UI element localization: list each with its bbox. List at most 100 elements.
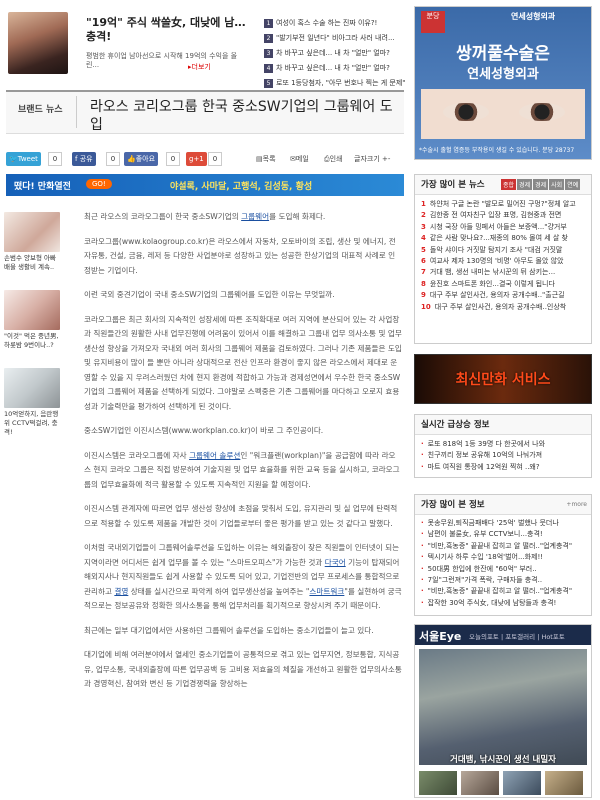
list-item[interactable]: · 7일"그런져"가격 폭락, 구매자들 충격.. <box>415 575 591 586</box>
item-text[interactable]: 못송무원,퇴직금패배다 '25억' 벌했나 뭇더나 <box>428 519 559 527</box>
item-text[interactable]: 잡작한 30억 주식女, 대낮에 남탕들과 충격! <box>428 599 557 607</box>
list-item[interactable]: · 텍시기사 하루 수입 '18억'벌어...화제!! <box>415 552 591 563</box>
keyword-link[interactable]: 다국어 <box>325 558 346 567</box>
keyword-link[interactable]: 그룹웨어 솔루션 <box>189 451 240 460</box>
list-item[interactable]: 2 김한종 전 여자친구 입장 표명, 김현중과 전면 <box>415 210 591 221</box>
list-item[interactable]: 7 거대 뱀, 생선 내미는 낚시꾼의 뒤 삼키는... <box>415 267 591 278</box>
top-ad-item[interactable]: 2 "발기부전 일년다" 비아그라 사러 내려... <box>264 31 414 46</box>
keyword-link[interactable]: 스마트워크 <box>309 587 344 596</box>
list-item[interactable]: 5 돌악 샤이다 거짓말 탐지기 조사 "대검 거짓말 <box>415 245 591 256</box>
top-ad-item-text[interactable]: 여성이 혹스 수술 하는 진짜 이유?! <box>276 19 377 27</box>
paragraph: 이처럼 국내외기업들이 그룹웨어솔루션을 도입하는 이유는 해외출장이 잦은 직… <box>84 541 402 614</box>
comic-banner[interactable]: 떴다! 만화열전 GO! 야설록, 사마달, 고행석, 김성동, 황성 <box>6 174 404 196</box>
list-item[interactable]: 6 여교사 제자 130명의 '비명' 아무도 몰았 않았 <box>415 256 591 267</box>
font-size-button[interactable]: 글자크기 +- <box>354 152 390 166</box>
item-text[interactable]: 대구 주부 살인사건, 용의자 공개수배.."출근길 <box>430 291 565 299</box>
tab-economy[interactable]: 경제 <box>517 179 533 190</box>
top-ad-item-text[interactable]: "발기부전 일년다" 비아그라 사러 내려... <box>276 34 395 42</box>
top-ad-item[interactable]: 5 로또 1등당첨자, "아무 번호나 찍는 게 문제" <box>264 76 414 91</box>
top-ad[interactable]: "19억" 주식 싹쓸女, 대낮에 남‥.충격! 평범한 휴이업 남아선으로 시… <box>8 6 406 88</box>
go-button[interactable]: GO! <box>86 179 112 189</box>
photo-thumb[interactable] <box>461 771 499 795</box>
item-text[interactable]: 돌악 샤이다 거짓말 탐지기 조사 "대검 거짓말 <box>430 246 563 254</box>
top-ad-desc[interactable]: 평범한 휴이업 남아선으로 시작해 19억의 수익을 올린... <box>86 52 246 70</box>
keyword-link[interactable]: 결영 <box>114 587 128 596</box>
list-item[interactable]: · 마트 여직원 통장에 12억원 찍혀 ..왜? <box>415 462 591 473</box>
side-thumb[interactable]: 10억얻하지, 음란행위 CCTV떡걸려, 충격! <box>4 368 60 437</box>
tab-all[interactable]: 종합 <box>501 179 517 190</box>
like-button[interactable]: 👍좋아요 <box>124 152 159 166</box>
seoul-eye-tabs[interactable]: 오늘의포토 | 포토갤러리 | Hot포토 <box>469 631 565 641</box>
list-item[interactable]: · 남편이 불륜女, 유부 CCTV보니...충격! <box>415 529 591 540</box>
item-text[interactable]: 대구 주부 살인사건, 용의자 공개수배..인상착 <box>435 303 567 311</box>
seoul-eye-photo[interactable]: 거대뱀, 낚시꾼이 생선 내밀자 <box>419 649 587 765</box>
item-text[interactable]: 텍시기사 하루 수입 '18억'벌어...화제!! <box>428 553 543 561</box>
top-ad-item[interactable]: 4차 바꾸고 싶은데... 내 차 "얼만" 얼마? <box>264 61 414 76</box>
tweet-button[interactable]: 🐦Tweet <box>6 152 41 166</box>
list-item[interactable]: · 잡작한 30억 주식女, 대낮에 남탕들과 충격! <box>415 598 591 609</box>
top-ad-title[interactable]: "19억" 주식 싹쓸女, 대낮에 남‥.충격! <box>86 16 246 44</box>
thumb-caption[interactable]: 10억얻하지, 음란행위 CCTV떡걸려, 충격! <box>4 410 60 437</box>
thumb-image[interactable] <box>4 368 60 408</box>
item-text[interactable]: 시청 국장 아들 밍페서 아들은 보증액..."걍거부 <box>430 223 567 231</box>
keyword-link[interactable]: 그룹웨어 <box>241 212 269 221</box>
ad-photo[interactable] <box>8 12 68 74</box>
tab-entertainment[interactable]: 연예 <box>565 179 581 190</box>
list-item[interactable]: · 친구끼리 정보 공유해 10억의 나눠가져 <box>415 450 591 461</box>
list-item[interactable]: 4 같은 사람 맞나요?...재종의 80% 몰여 세 살 찾 <box>415 233 591 244</box>
top-ad-item-text[interactable]: 차 바꾸고 싶은데... 내 차 "얼만" 얼마? <box>276 49 390 57</box>
top-ad-item[interactable]: 1 여성이 혹스 수술 하는 진짜 이유?! <box>264 16 414 31</box>
item-text[interactable]: "비만,흑농증" 끝끝내 잡히고 알 떨러.."업계충격" <box>428 542 572 550</box>
top-ad-item-text[interactable]: 차 바꾸고 싶은데... 내 차 "얼만" 얼마? <box>276 64 390 72</box>
item-text[interactable]: 남편이 불륜女, 유부 CCTV보니...충격! <box>428 530 543 538</box>
photo-caption[interactable]: 거대뱀, 낚시꾼이 생선 내밀자 <box>419 753 587 765</box>
gplus-button[interactable]: g+1 <box>186 152 207 166</box>
item-text[interactable]: 거대 뱀, 생선 내미는 낚시꾼의 뒤 삼키는... <box>430 268 555 276</box>
list-item[interactable]: · "비만,흑농증" 끝끝내 잡히고 알 떨러.."업계충격" <box>415 541 591 552</box>
tab-economy-2[interactable]: 경제 <box>533 179 549 190</box>
tab-society[interactable]: 사회 <box>549 179 565 190</box>
item-text[interactable]: 마트 여직원 통장에 12억원 찍혀 ..왜? <box>428 463 540 471</box>
list-item[interactable]: 10 대구 주부 살인사건, 용의자 공개수배..인상착 <box>415 302 591 313</box>
clinic-ad[interactable]: 분당 연세성형외과 쌍꺼풀수술은 연세성형외과 *수술시 출혈 염증등 부작용이… <box>414 6 592 160</box>
photo-thumb[interactable] <box>419 771 457 795</box>
item-text[interactable]: 김한종 전 여자친구 입장 표명, 김현중과 전면 <box>430 211 562 219</box>
seoul-eye-logo[interactable]: 서울Eye <box>419 628 461 644</box>
thumb-image[interactable] <box>4 212 60 252</box>
item-text[interactable]: 하얀처 구글 논란 "발모로 밀어진 구멍?"정체 알고 <box>430 200 576 208</box>
item-text[interactable]: 여교사 제자 130명의 '비명' 아무도 몰았 않았 <box>430 257 564 265</box>
list-item[interactable]: · 50대男 한입에 한잔에 "60억" 부러.. <box>415 564 591 575</box>
list-button[interactable]: ▤목록 <box>256 152 276 166</box>
comic-service-ad[interactable]: 최신만화 서비스 <box>414 354 592 404</box>
photo-thumb[interactable] <box>503 771 541 795</box>
item-text[interactable]: 친구끼리 정보 공유해 10억의 나눠가져 <box>428 451 542 459</box>
top-ad-item-text[interactable]: 로또 1등당첨자, "아무 번호나 찍는 게 문제" <box>276 79 406 87</box>
side-thumb[interactable]: 손범수 양보형 아빠 배울 생활비 계속.. <box>4 212 60 272</box>
top-ad-item[interactable]: 3차 바꾸고 싶은데... 내 차 "얼만" 얼마? <box>264 46 414 61</box>
list-item[interactable]: · 못송무원,퇴직금패배다 '25억' 벌했나 뭇더나 <box>415 518 591 529</box>
list-item[interactable]: 3 시청 국장 아들 밍페서 아들은 보증액..."걍거부 <box>415 222 591 233</box>
item-text[interactable]: 로또 818억 1등 39명 다 한곳에서 나와 <box>428 440 545 448</box>
print-button[interactable]: ⎙인쇄 <box>324 152 343 166</box>
facebook-share-button[interactable]: f 공유 <box>72 152 96 166</box>
item-text[interactable]: 50대男 한입에 한잔에 "60억" 부러.. <box>428 565 537 573</box>
twitter-icon: 🐦 <box>9 155 18 163</box>
mail-button[interactable]: ✉메일 <box>290 152 309 166</box>
more-link[interactable]: ▸더보기 <box>188 62 211 72</box>
list-item[interactable]: 1 하얀처 구글 논란 "발모로 밀어진 구멍?"정체 알고 <box>415 199 591 210</box>
item-text[interactable]: "비만,흑농증" 끝끝내 잡히고 알 떨러.."업계충격" <box>428 587 572 595</box>
more-link[interactable]: +more <box>566 501 587 508</box>
thumb-caption[interactable]: "이것" 먹은 중년男, 하룻밤 9번이나..? <box>4 332 60 350</box>
thumb-image[interactable] <box>4 290 60 330</box>
list-item[interactable]: · 로또 818억 1등 39명 다 한곳에서 나와 <box>415 439 591 450</box>
item-text[interactable]: 같은 사람 맞나요?...재종의 80% 몰여 세 살 찾 <box>430 234 568 242</box>
thumb-caption[interactable]: 손범수 양보형 아빠 배울 생활비 계속.. <box>4 254 60 272</box>
photo-thumb[interactable] <box>545 771 583 795</box>
item-text[interactable]: 윤진호 스마트폰 화인...결국 이렇게 됩니다 <box>430 280 555 288</box>
side-thumb[interactable]: "이것" 먹은 중년男, 하룻밤 9번이나..? <box>4 290 60 350</box>
rank: 8 <box>421 279 426 288</box>
list-item[interactable]: · "비만,흑농증" 끝끝내 잡히고 알 떨러.."업계충격" <box>415 586 591 597</box>
list-item[interactable]: 8 윤진호 스마트폰 화인...결국 이렇게 됩니다 <box>415 279 591 290</box>
item-text[interactable]: 7일"그런져"가격 폭락, 구매자들 충격.. <box>428 576 542 584</box>
list-item[interactable]: 9 대구 주부 살인사건, 용의자 공개수배.."출근길 <box>415 290 591 301</box>
